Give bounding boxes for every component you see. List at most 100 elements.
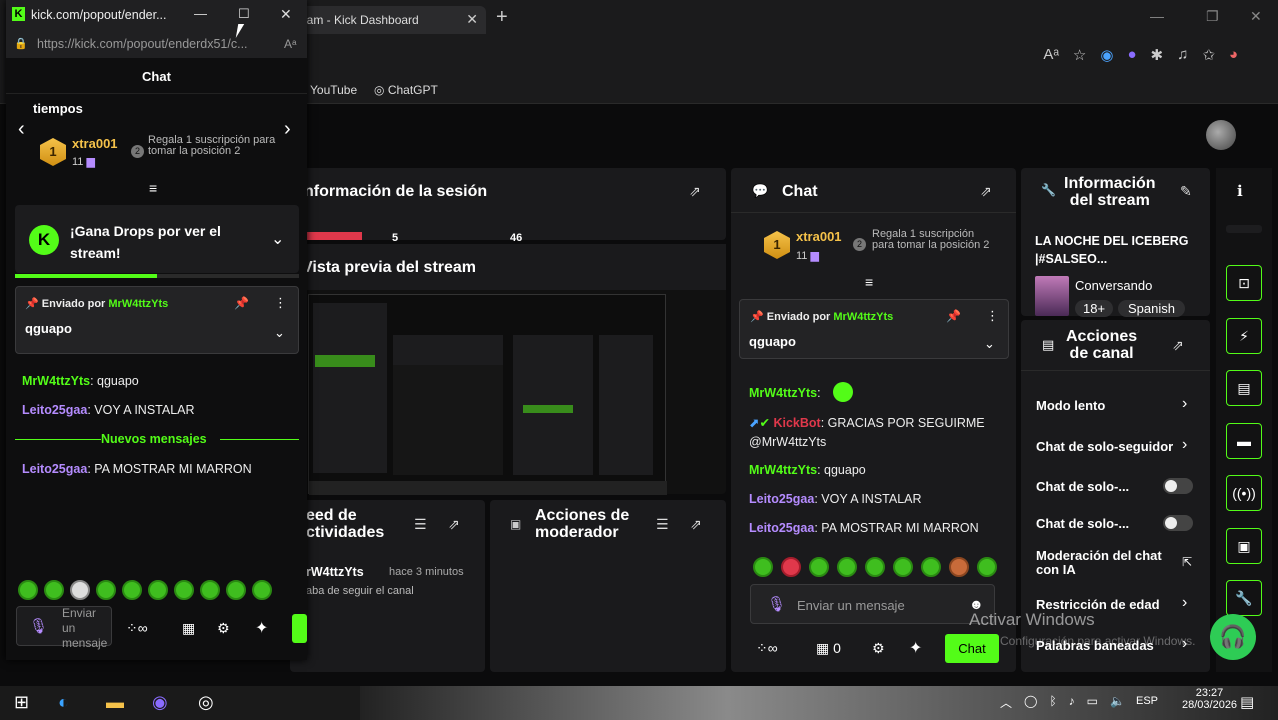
chat-input[interactable]: 🎙 Enviar un mensaje: [16, 606, 112, 650]
app-tray-icon[interactable]: ◯: [1024, 694, 1037, 711]
emote-icon[interactable]: [148, 580, 168, 600]
microphone-icon[interactable]: 🎙: [767, 595, 786, 613]
followers-only-item[interactable]: Chat de solo-seguidor: [1036, 439, 1176, 454]
lightning-icon[interactable]: ⚡: [1226, 318, 1262, 354]
start-windows-icon[interactable]: ⊞: [14, 692, 29, 713]
file-explorer-icon[interactable]: ▬: [106, 692, 124, 713]
tools-icon[interactable]: 🔧: [1226, 580, 1262, 616]
expand-leaderboard-icon[interactable]: ≡: [865, 274, 873, 290]
bookmark-youtube[interactable]: YouTube: [310, 83, 357, 97]
mod-shield-icon[interactable]: ✦: [255, 618, 268, 638]
chevron-down-icon[interactable]: ⌄: [984, 336, 995, 352]
language-indicator[interactable]: ESP: [1136, 695, 1158, 707]
notes-icon[interactable]: ▤: [1226, 370, 1262, 406]
popout-icon[interactable]: ⇗: [690, 516, 702, 533]
screenshot-icon[interactable]: ⊡: [1226, 265, 1262, 301]
chat-icon[interactable]: ▬: [1226, 423, 1262, 459]
more-options-icon[interactable]: ⋮: [986, 308, 999, 324]
favorites-icon[interactable]: ✩: [1202, 46, 1215, 64]
edit-pencil-icon[interactable]: ✎: [1180, 183, 1192, 200]
volume-icon[interactable]: 🔈: [1110, 694, 1125, 711]
broadcast-icon[interactable]: ((•)): [1226, 475, 1262, 511]
new-tab-icon[interactable]: +: [496, 6, 508, 29]
close-tab-icon[interactable]: ✕: [466, 11, 478, 28]
leader-name[interactable]: xtra001: [796, 229, 842, 244]
emote-icon[interactable]: [226, 580, 246, 600]
filter-icon[interactable]: ☰: [656, 516, 669, 533]
emote-icon[interactable]: [18, 580, 38, 600]
clock[interactable]: 23:27 28/03/2026: [1182, 687, 1237, 711]
chevron-right-icon[interactable]: ›: [284, 118, 291, 141]
emote-icon[interactable]: [122, 580, 142, 600]
subs-only-toggle[interactable]: [1163, 478, 1193, 494]
close-window-icon[interactable]: ✕: [1250, 8, 1262, 25]
favorite-star-icon[interactable]: ☆: [1073, 46, 1086, 64]
emote-icon[interactable]: [96, 580, 116, 600]
emote-icon[interactable]: [174, 580, 194, 600]
emote-icon[interactable]: [44, 580, 64, 600]
bluetooth-icon[interactable]: ᛒ: [1049, 694, 1056, 711]
external-link-icon[interactable]: ⇱: [1182, 555, 1192, 569]
extension-icon[interactable]: ◉: [1100, 46, 1113, 64]
more-options-icon[interactable]: ⋮: [274, 295, 287, 311]
chevron-down-icon[interactable]: ⌄: [271, 229, 284, 249]
notifications-icon[interactable]: ▤: [1240, 693, 1254, 711]
info-icon[interactable]: ℹ: [1237, 182, 1243, 200]
send-chat-button[interactable]: [292, 614, 307, 643]
emote-icon[interactable]: [200, 580, 220, 600]
maximize-icon[interactable]: ☐: [238, 6, 250, 22]
emote-icon[interactable]: [781, 557, 801, 577]
expand-leaderboard-icon[interactable]: ≡: [149, 180, 157, 196]
chevron-up-icon[interactable]: ︿: [1000, 694, 1012, 711]
gift-icon[interactable]: ▦ 0: [816, 640, 841, 657]
emote-icon[interactable]: [837, 557, 857, 577]
obs-icon[interactable]: ◎: [198, 692, 214, 713]
emote-icon[interactable]: [809, 557, 829, 577]
emote-icon[interactable]: [252, 580, 272, 600]
points-infinity-icon[interactable]: ⁘∞: [126, 620, 148, 637]
chevron-left-icon[interactable]: ‹: [18, 118, 25, 141]
stream-video-preview[interactable]: [308, 294, 667, 495]
emote-icon[interactable]: [865, 557, 885, 577]
emote-only-toggle[interactable]: [1163, 515, 1193, 531]
minimize-icon[interactable]: —: [1150, 8, 1164, 24]
emote-icon[interactable]: [893, 557, 913, 577]
pin-icon[interactable]: 📌: [946, 309, 961, 323]
bookmark-chatgpt[interactable]: ◎ ChatGPT: [374, 83, 438, 97]
restore-icon[interactable]: ❐: [1206, 8, 1219, 25]
app-icon[interactable]: ◉: [152, 692, 168, 713]
emote-icon[interactable]: [921, 557, 941, 577]
chat-input[interactable]: 🎙 Enviar un mensaje ☻: [750, 584, 995, 624]
gift-icon[interactable]: ▦: [182, 620, 195, 637]
slow-mode-item[interactable]: Modo lento: [1036, 398, 1105, 413]
tab-kick-dashboard[interactable]: eam - Kick Dashboard ✕: [290, 6, 486, 34]
support-headset-icon[interactable]: 🎧: [1210, 614, 1256, 660]
popout-address-bar[interactable]: 🔒 https://kick.com/popout/enderdx51/c...…: [6, 30, 307, 58]
extension-icon-2[interactable]: ●: [1127, 46, 1136, 64]
microphone-tray-icon[interactable]: ♪: [1069, 694, 1075, 711]
microphone-icon[interactable]: 🎙: [29, 617, 48, 635]
chevron-right-icon[interactable]: ›: [1182, 594, 1187, 612]
popout-icon[interactable]: ⇗: [1172, 337, 1184, 354]
chevron-right-icon[interactable]: ›: [1182, 395, 1187, 413]
drops-banner[interactable]: K ¡Gana Drops por ver el stream! ⌄: [15, 205, 299, 273]
emote-icon[interactable]: [949, 557, 969, 577]
chevron-down-icon[interactable]: ⌄: [274, 325, 285, 341]
edge-browser-icon[interactable]: ◐: [58, 692, 69, 713]
mod-shield-icon[interactable]: ✦: [909, 638, 922, 658]
points-infinity-icon[interactable]: ⁘∞: [756, 640, 778, 657]
read-aloud-icon[interactable]: Aᵃ: [284, 37, 296, 51]
popout-icon[interactable]: ⇗: [689, 183, 701, 200]
send-chat-button[interactable]: Chat: [945, 634, 999, 663]
read-aloud-icon[interactable]: Aᵃ: [1043, 46, 1059, 64]
filter-icon[interactable]: ☰: [414, 516, 427, 533]
emote-icon[interactable]: [753, 557, 773, 577]
split-screen-icon[interactable]: ♫: [1177, 46, 1188, 64]
profile-avatar[interactable]: ◕: [1229, 46, 1238, 64]
user-avatar[interactable]: [1206, 120, 1236, 150]
emote-icon[interactable]: [70, 580, 90, 600]
settings-gear-icon[interactable]: ⚙: [872, 640, 885, 657]
popout-icon[interactable]: ⇗: [980, 183, 992, 200]
puzzle-icon[interactable]: ✱: [1151, 46, 1164, 64]
ai-moderation-item[interactable]: Moderación del chat con IA: [1036, 549, 1176, 577]
